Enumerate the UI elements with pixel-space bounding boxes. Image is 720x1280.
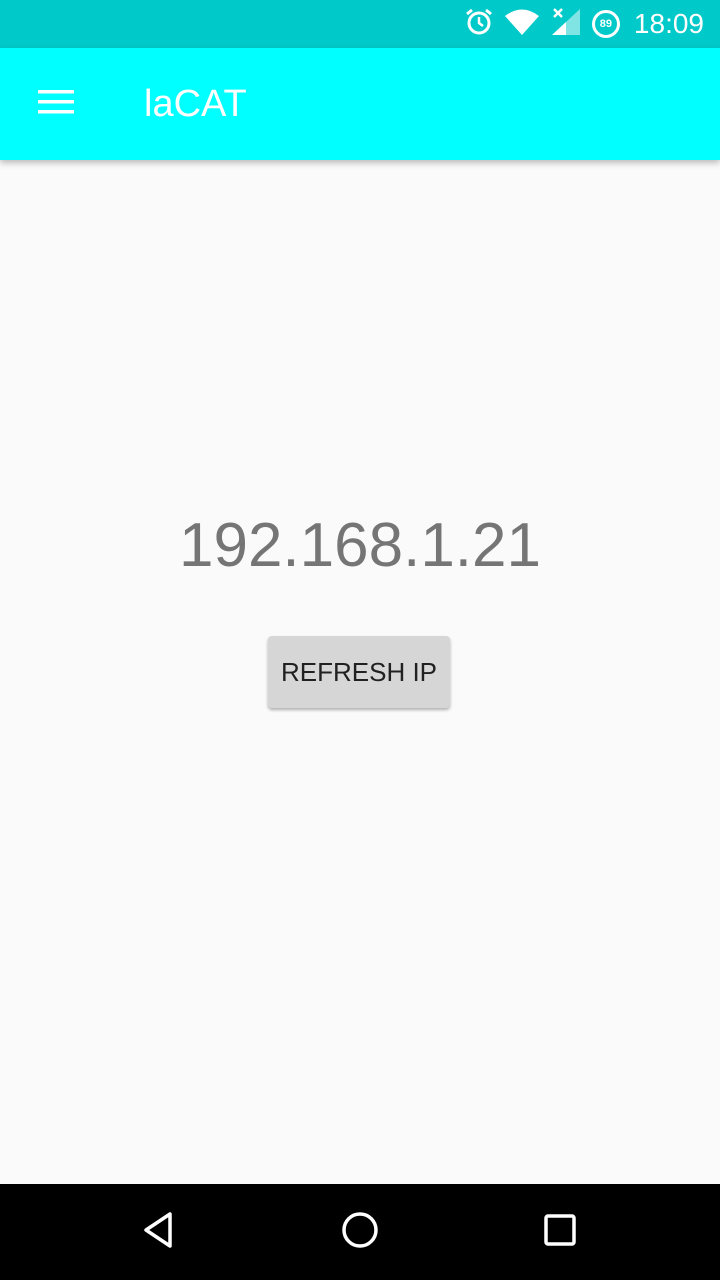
recents-icon: [540, 1210, 580, 1255]
status-time: 18:09: [633, 8, 704, 39]
home-icon: [340, 1210, 380, 1255]
main-content: 192.168.1.21 REFRESH IP: [0, 160, 720, 1184]
home-button[interactable]: [312, 1184, 408, 1280]
hamburger-menu-icon: [36, 87, 76, 122]
status-bar: 89 18:09: [0, 0, 720, 48]
app-title: laCAT: [144, 83, 247, 125]
ip-address-text: 192.168.1.21: [178, 511, 541, 580]
app-bar: laCAT: [0, 48, 720, 160]
back-button[interactable]: [112, 1184, 208, 1280]
menu-button[interactable]: [24, 72, 88, 136]
refresh-ip-button[interactable]: REFRESH IP: [268, 636, 450, 708]
recents-button[interactable]: [512, 1184, 608, 1280]
wifi-icon: [504, 7, 540, 42]
status-icons: 89 18:09: [464, 0, 704, 48]
navigation-bar: [0, 1184, 720, 1280]
cell-signal-icon: [550, 7, 582, 42]
alarm-icon: [464, 7, 494, 42]
back-icon: [140, 1210, 180, 1255]
battery-icon: 89: [591, 10, 620, 38]
